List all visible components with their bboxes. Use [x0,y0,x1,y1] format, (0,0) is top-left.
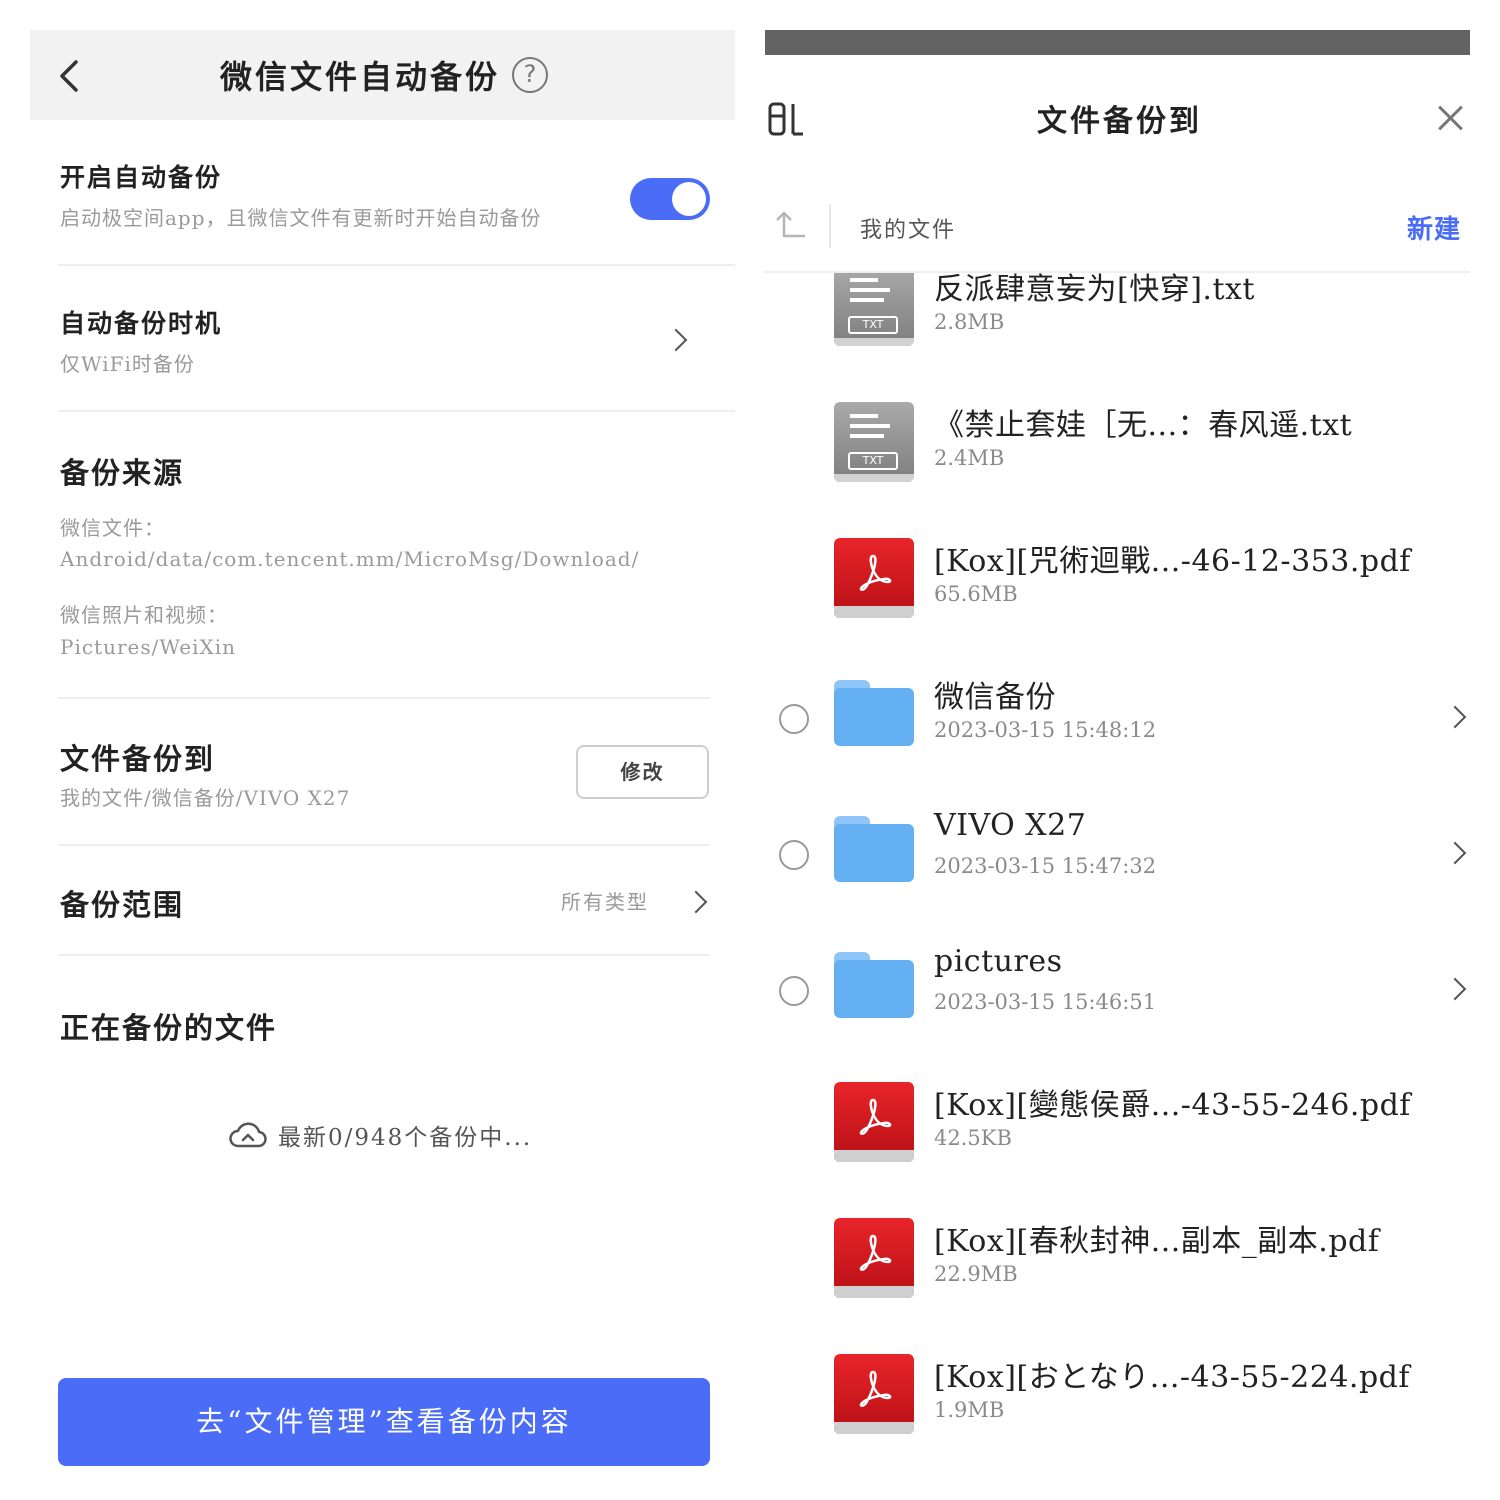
sidebar-toggle-icon[interactable] [767,100,807,138]
select-radio[interactable] [779,976,809,1006]
file-name: [Kox][變態侯爵...-43-55-246.pdf [934,1088,1411,1123]
backup-status-text: 最新0/948个备份中... [278,1125,533,1151]
auto-backup-description: 启动极空间app，且微信文件有更新时开始自动备份 [60,206,542,230]
pdf-file-icon [834,1354,914,1434]
file-name: 《禁止套娃［无...：春风遥.txt [934,408,1353,443]
file-row[interactable]: TXT 反派肆意妄为[快穿].txt 2.8MB [765,273,1500,376]
backup-destination-path: 我的文件/微信备份/VIVO X27 [60,786,351,810]
help-icon[interactable]: ? [512,57,548,93]
folder-icon [834,946,914,1026]
file-name: 反派肆意妄为[快穿].txt [934,273,1255,307]
close-icon[interactable] [1437,104,1465,132]
chevron-right-icon [664,328,688,352]
back-arrow-icon[interactable] [52,56,84,96]
toggle-knob [672,182,706,216]
select-radio[interactable] [779,840,809,870]
in-progress-title: 正在备份的文件 [60,1011,278,1045]
file-row[interactable]: [Kox][變態侯爵...-43-55-246.pdf 42.5KB [765,1072,1500,1192]
wechat-files-path: Android/data/com.tencent.mm/MicroMsg/Dow… [60,547,640,571]
divider [58,697,710,699]
file-list: TXT 反派肆意妄为[快穿].txt 2.8MB TXT 《禁止套娃［无...：春风遥.… [765,273,1500,1500]
file-row[interactable]: [Kox][春秋封神...副本_副本.pdf 22.9MB [765,1208,1500,1328]
view-backup-content-button[interactable]: 去“文件管理”查看备份内容 [58,1378,710,1466]
chevron-right-icon [1443,705,1467,729]
pdf-file-icon [834,1218,914,1298]
file-name: [Kox][おとなり...-43-55-224.pdf [934,1360,1410,1395]
file-size: 1.9MB [934,1398,1005,1422]
txt-file-icon: TXT [834,402,914,482]
modify-destination-button[interactable]: 修改 [576,745,709,799]
backup-status: 最新0/948个备份中... [228,1115,532,1155]
divider [58,954,710,956]
file-row[interactable]: [Kox][おとなり...-43-55-224.pdf 1.9MB [765,1344,1500,1464]
file-name: 微信备份 [934,680,1056,715]
backup-timing-value: 仅WiFi时备份 [60,352,195,376]
folder-modified-date: 2023-03-15 15:47:32 [934,854,1157,878]
file-row[interactable]: TXT 《禁止套娃［无...：春风遥.txt 2.4MB [765,392,1500,512]
select-radio[interactable] [779,704,809,734]
folder-modified-date: 2023-03-15 15:46:51 [934,990,1157,1014]
backup-destination-picker: 文件备份到 我的文件 新建 TXT 反派肆意妄为[快穿].txt 2.8MB TXT 《… [765,0,1500,1500]
file-size: 2.4MB [934,446,1005,470]
status-strip [765,30,1470,55]
auto-backup-title: 开启自动备份 [60,163,223,192]
new-folder-button[interactable]: 新建 [1407,209,1461,246]
folder-row[interactable]: VIVO X27 2023-03-15 15:47:32 [765,800,1500,920]
file-name: VIVO X27 [934,808,1087,843]
picker-title: 文件备份到 [1037,104,1202,139]
chevron-right-icon [684,890,708,914]
current-path: 我的文件 [860,218,957,243]
file-size: 65.6MB [934,582,1018,606]
file-name: [Kox][咒術迴戰...-46-12-353.pdf [934,544,1411,579]
cloud-upload-icon [229,1122,267,1148]
auto-backup-settings-screen: 微信文件自动备份 ? 开启自动备份 启动极空间app，且微信文件有更新时开始自动… [0,0,750,1500]
folder-icon [834,674,914,754]
pdf-file-icon [834,1082,914,1162]
file-name: pictures [934,944,1063,979]
wechat-media-label: 微信照片和视频： [60,603,228,627]
page-title: 微信文件自动备份 [220,58,501,96]
txt-file-icon: TXT [834,273,914,346]
chevron-right-icon [1443,977,1467,1001]
divider [58,844,710,846]
backup-timing-title: 自动备份时机 [60,309,223,338]
path-divider [829,204,831,248]
backup-range-title: 备份范围 [60,888,185,922]
file-row[interactable]: [Kox][咒術迴戰...-46-12-353.pdf 65.6MB [765,528,1500,648]
wechat-media-path: Pictures/WeiXin [60,635,237,659]
file-name: [Kox][春秋封神...副本_副本.pdf [934,1224,1380,1259]
wechat-files-label: 微信文件： [60,516,165,540]
file-size: 2.8MB [934,310,1005,334]
file-size: 22.9MB [934,1262,1018,1286]
backup-range-value: 所有类型 [561,890,649,914]
auto-backup-toggle[interactable] [630,178,710,220]
backup-destination-title: 文件备份到 [60,742,216,776]
parent-folder-icon[interactable] [773,208,807,242]
folder-icon [834,810,914,890]
chevron-right-icon [1443,841,1467,865]
pdf-file-icon [834,538,914,618]
folder-modified-date: 2023-03-15 15:48:12 [934,718,1157,742]
divider [58,264,735,266]
folder-row[interactable]: 微信备份 2023-03-15 15:48:12 [765,664,1500,784]
file-size: 42.5KB [934,1126,1012,1150]
divider [58,410,735,412]
backup-source-title: 备份来源 [60,456,185,490]
folder-row[interactable]: pictures 2023-03-15 15:46:51 [765,936,1500,1056]
